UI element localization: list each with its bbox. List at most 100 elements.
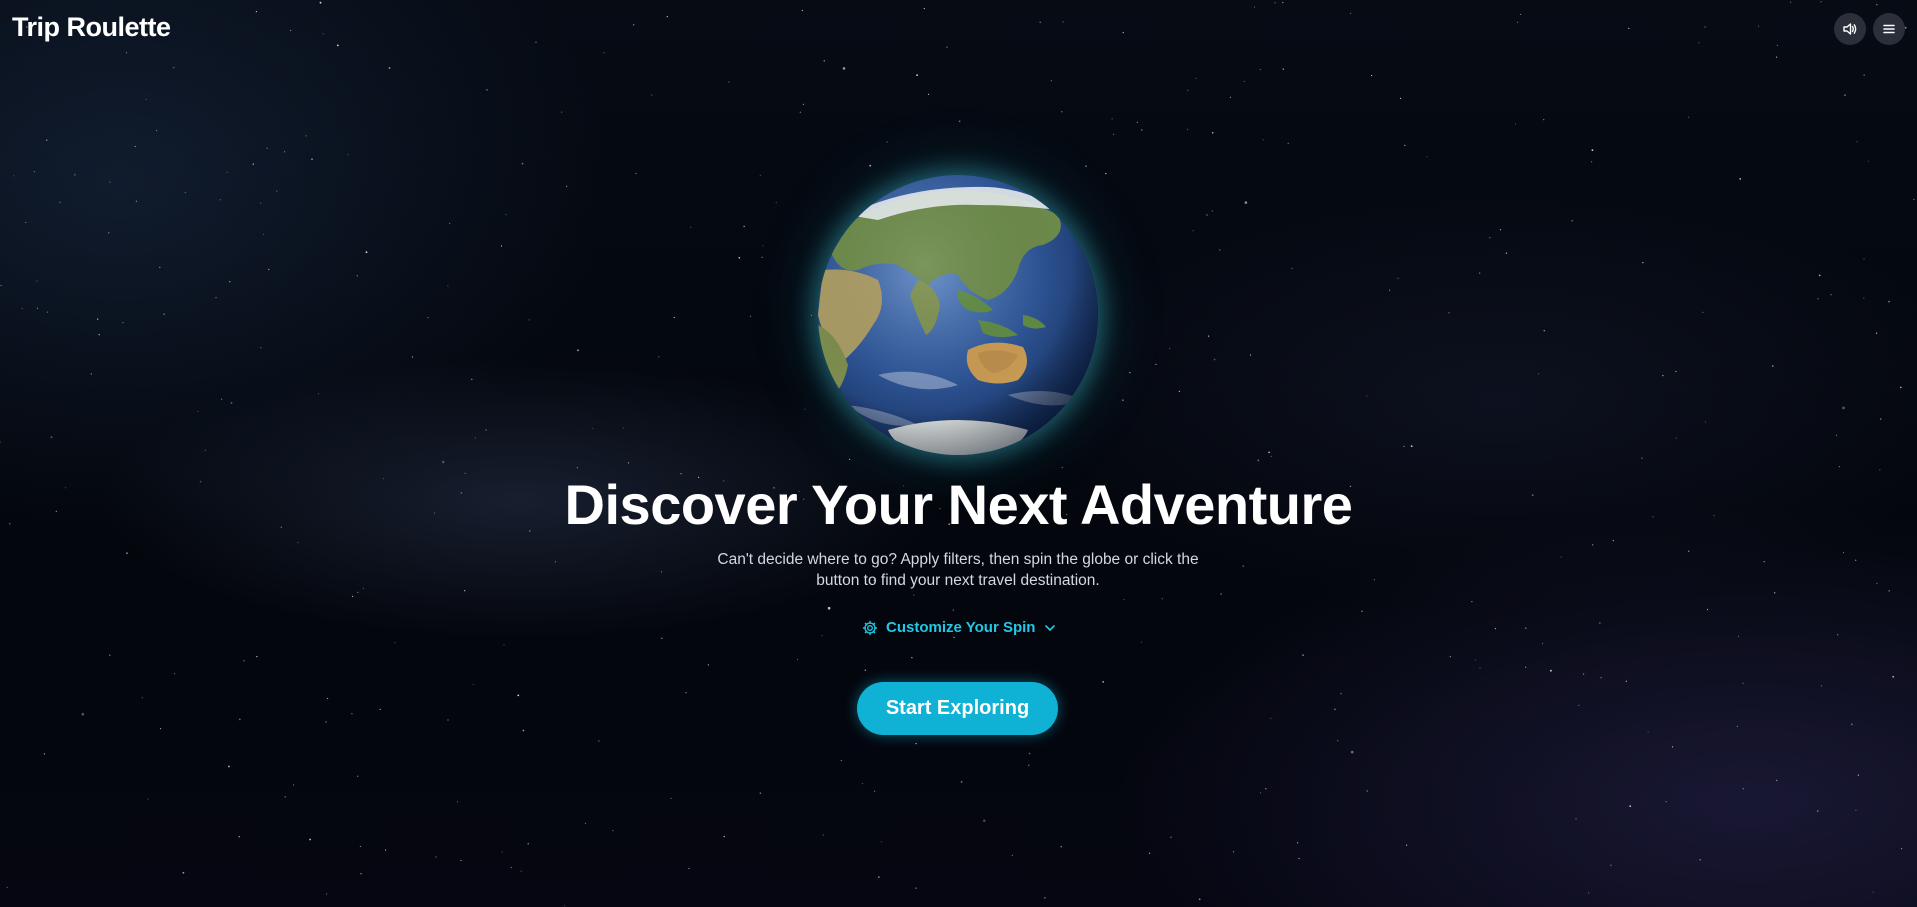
star bbox=[1044, 897, 1046, 899]
star bbox=[215, 297, 217, 299]
star bbox=[284, 796, 286, 798]
star bbox=[1426, 156, 1428, 158]
star bbox=[1232, 851, 1235, 853]
star bbox=[864, 669, 866, 671]
star bbox=[184, 192, 186, 194]
star bbox=[1688, 116, 1690, 118]
star bbox=[486, 89, 488, 91]
star bbox=[561, 111, 563, 113]
star bbox=[1350, 750, 1354, 754]
star bbox=[238, 836, 240, 838]
star bbox=[305, 135, 307, 137]
star bbox=[1612, 540, 1614, 542]
star bbox=[1499, 229, 1502, 231]
star bbox=[521, 162, 524, 165]
spinning-globe[interactable] bbox=[818, 175, 1098, 455]
star bbox=[1610, 864, 1612, 866]
star bbox=[204, 449, 206, 451]
star bbox=[1361, 610, 1363, 612]
star bbox=[861, 783, 864, 785]
star bbox=[1742, 682, 1744, 684]
star bbox=[563, 905, 566, 907]
brand-logo[interactable]: Trip Roulette bbox=[12, 12, 171, 43]
star bbox=[1259, 68, 1261, 71]
star bbox=[1855, 809, 1857, 812]
star bbox=[122, 322, 124, 324]
star bbox=[0, 441, 1, 443]
star bbox=[658, 356, 660, 358]
star bbox=[1543, 119, 1545, 121]
hamburger-menu-icon bbox=[1883, 24, 1895, 34]
menu-button[interactable] bbox=[1873, 13, 1905, 45]
star bbox=[1350, 12, 1352, 14]
star bbox=[1050, 80, 1052, 82]
star bbox=[946, 46, 948, 48]
star bbox=[827, 606, 831, 610]
globe-icon bbox=[818, 175, 1098, 455]
star bbox=[1028, 752, 1031, 755]
star bbox=[869, 164, 872, 167]
star bbox=[728, 81, 730, 83]
star bbox=[156, 129, 158, 132]
star bbox=[474, 437, 476, 439]
star bbox=[670, 797, 672, 800]
landing-page: Trip Roulette Discover Your Next Adventu… bbox=[0, 0, 1917, 907]
star bbox=[1141, 129, 1143, 131]
star bbox=[1111, 118, 1113, 120]
star bbox=[749, 315, 752, 317]
customize-spin-label: Customize Your Spin bbox=[886, 619, 1036, 636]
star bbox=[1520, 13, 1522, 15]
star bbox=[228, 765, 230, 768]
star bbox=[362, 587, 364, 590]
star bbox=[911, 657, 913, 659]
star bbox=[6, 886, 8, 889]
star bbox=[927, 93, 930, 95]
star bbox=[1899, 386, 1902, 389]
star bbox=[1471, 601, 1473, 603]
sound-toggle-button[interactable] bbox=[1834, 13, 1866, 45]
star bbox=[1665, 801, 1667, 803]
star bbox=[449, 222, 451, 224]
star bbox=[357, 775, 359, 777]
star bbox=[126, 552, 128, 555]
star bbox=[1195, 77, 1197, 79]
star bbox=[952, 609, 954, 611]
star bbox=[958, 120, 961, 123]
star bbox=[379, 708, 381, 710]
star bbox=[598, 740, 600, 742]
star bbox=[471, 378, 473, 380]
star bbox=[268, 268, 270, 270]
star bbox=[1863, 258, 1865, 260]
star bbox=[98, 334, 100, 336]
star bbox=[1757, 25, 1760, 27]
star bbox=[603, 52, 605, 54]
star bbox=[1835, 434, 1838, 436]
star bbox=[688, 867, 690, 870]
star bbox=[1560, 556, 1562, 558]
star bbox=[441, 460, 445, 464]
star bbox=[1837, 634, 1839, 636]
star bbox=[297, 542, 299, 544]
star bbox=[229, 281, 231, 283]
star bbox=[1850, 723, 1853, 726]
star bbox=[500, 245, 503, 247]
star bbox=[81, 712, 85, 716]
star bbox=[464, 590, 466, 592]
star bbox=[723, 836, 725, 838]
star bbox=[347, 154, 349, 156]
star bbox=[385, 849, 387, 851]
star bbox=[1818, 274, 1821, 277]
star bbox=[1790, 1, 1792, 3]
star bbox=[1774, 592, 1776, 594]
star bbox=[1399, 97, 1402, 99]
star bbox=[1061, 111, 1063, 113]
star bbox=[505, 214, 507, 216]
start-exploring-button[interactable]: Start Exploring bbox=[857, 682, 1058, 735]
star bbox=[775, 201, 777, 204]
star bbox=[1220, 593, 1222, 595]
star bbox=[1211, 210, 1213, 212]
star bbox=[1571, 219, 1574, 222]
star bbox=[394, 642, 396, 644]
customize-spin-toggle[interactable]: Customize Your Spin bbox=[862, 619, 1057, 636]
star bbox=[821, 635, 823, 637]
